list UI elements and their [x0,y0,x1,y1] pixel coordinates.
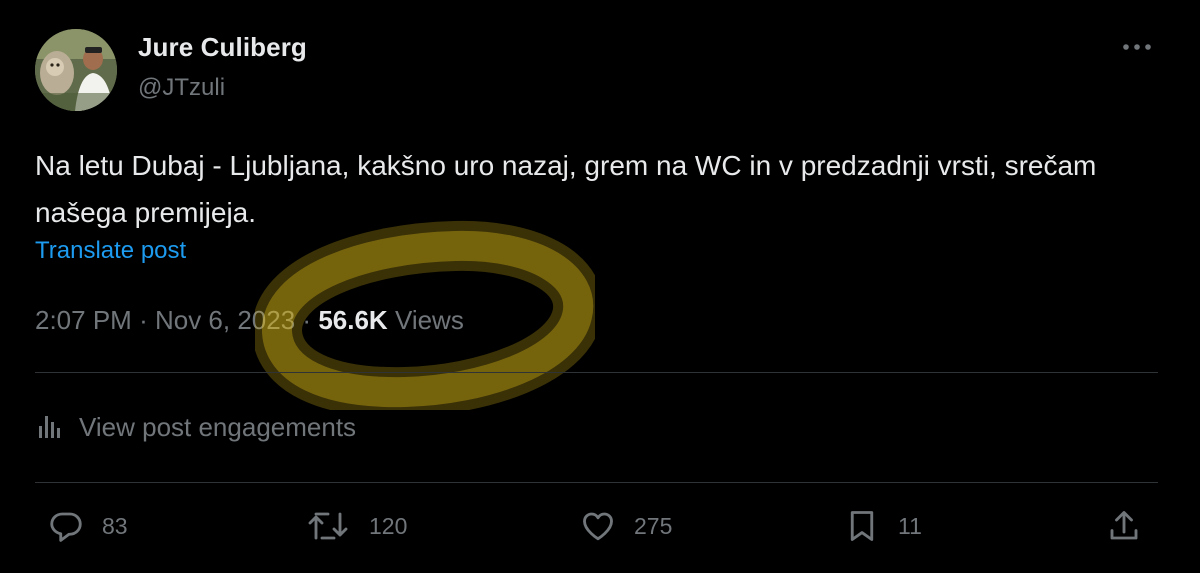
view-engagements-button[interactable]: View post engagements [35,407,356,447]
bookmark-count: 11 [898,512,922,539]
post-detail: Jure Culiberg @JTzuli Na letu Dubaj - Lj… [0,0,1200,573]
views-count: 56.6K [318,305,388,335]
analytics-icon [35,414,65,440]
repost-count: 120 [369,512,408,539]
divider [35,482,1158,483]
more-horizontal-icon [1122,43,1152,51]
post-date[interactable]: Nov 6, 2023 [155,305,295,335]
share-button[interactable] [1106,506,1142,546]
view-engagements-label: View post engagements [79,411,357,442]
translate-post-link[interactable]: Translate post [35,237,186,265]
author-handle[interactable]: @JTzuli [138,74,225,102]
repost-icon [305,508,351,544]
meta-separator: · [302,305,312,335]
reply-button[interactable]: 83 [48,506,128,546]
more-options-button[interactable] [1118,32,1156,62]
divider [35,372,1158,373]
bookmark-button[interactable]: 11 [844,506,922,546]
reply-count: 83 [102,512,128,539]
avatar-photo [35,29,117,111]
views-label: Views [394,305,464,335]
reply-icon [48,508,84,544]
avatar[interactable] [35,29,117,111]
repost-button[interactable]: 120 [305,506,407,546]
post-time[interactable]: 2:07 PM [35,305,132,335]
author-name[interactable]: Jure Culiberg [138,32,307,63]
bookmark-icon [844,508,880,544]
action-bar: 83 120 275 11 [0,500,1200,555]
like-count: 275 [634,512,673,539]
post-text: Na letu Dubaj - Ljubljana, kakšno uro na… [35,150,1097,228]
like-button[interactable]: 275 [580,506,672,546]
heart-icon [580,508,616,544]
post-metadata: 2:07 PM · Nov 6, 2023 · 56.6K Views [35,305,464,336]
meta-separator: · [139,305,148,335]
share-icon [1106,508,1142,544]
